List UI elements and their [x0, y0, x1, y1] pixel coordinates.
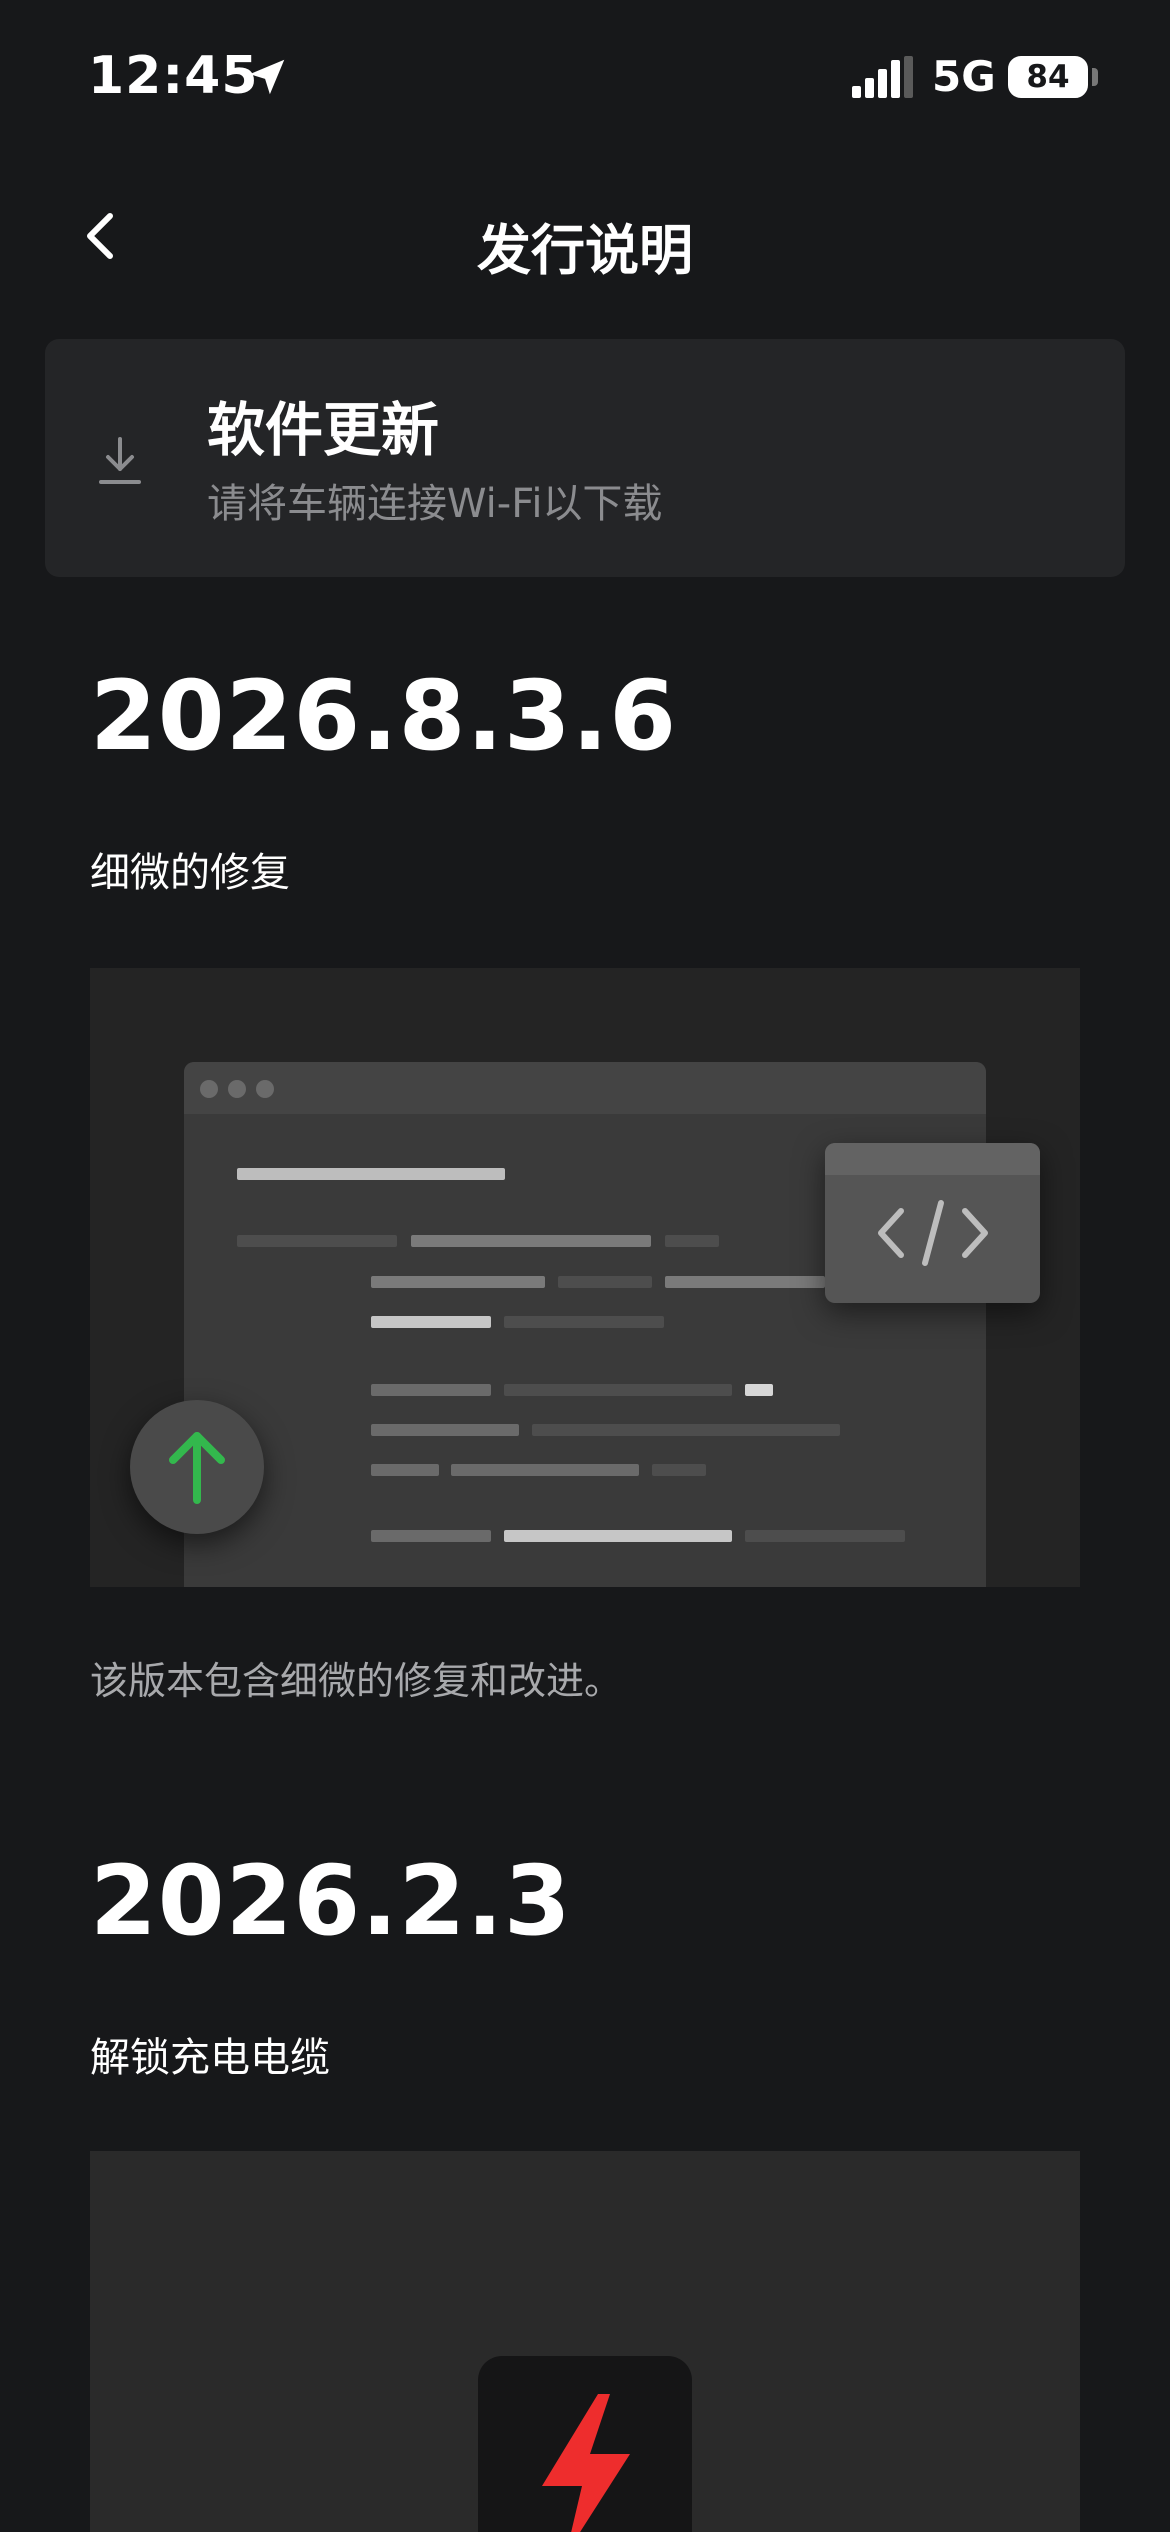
location-arrow-icon	[249, 59, 285, 95]
charging-illustration	[90, 2151, 1080, 2532]
code-line	[371, 1384, 491, 1396]
download-icon	[99, 437, 141, 484]
window-dot	[228, 1080, 246, 1098]
code-line	[558, 1276, 652, 1288]
code-line	[745, 1384, 773, 1396]
update-title: 软件更新	[207, 396, 440, 464]
status-time: 12:45	[88, 46, 259, 106]
network-label: 5G	[932, 52, 996, 101]
code-line	[504, 1530, 732, 1542]
battery-icon: 84	[1008, 56, 1088, 98]
window-dot	[256, 1080, 274, 1098]
charging-icon-box	[478, 2356, 692, 2532]
page-title: 发行说明	[477, 219, 693, 282]
battery-nub	[1092, 68, 1098, 86]
release-version: 2026.2.3	[90, 1845, 572, 1957]
code-line	[237, 1168, 505, 1180]
code-line	[451, 1464, 639, 1476]
release-title: 细微的修复	[90, 850, 290, 896]
battery-level: 84	[1026, 59, 1070, 95]
code-line	[371, 1316, 491, 1328]
lightning-bolt-icon	[542, 2394, 630, 2532]
illustration-window-bar	[184, 1062, 986, 1114]
arrow-up-icon	[169, 1432, 225, 1504]
code-line	[504, 1384, 732, 1396]
code-line	[652, 1464, 706, 1476]
window-dot	[200, 1080, 218, 1098]
code-line	[371, 1276, 545, 1288]
release-version: 2026.8.3.6	[90, 660, 677, 772]
code-line	[371, 1530, 491, 1542]
code-line	[411, 1235, 651, 1247]
code-line	[532, 1424, 840, 1436]
release-title: 解锁充电电缆	[90, 2035, 330, 2081]
code-line	[504, 1316, 664, 1328]
update-subtitle: 请将车辆连接Wi-Fi以下载	[207, 481, 663, 527]
upgrade-circle	[130, 1400, 264, 1534]
illustration-window	[184, 1062, 986, 1587]
code-icon	[878, 1200, 988, 1266]
code-window-illustration	[90, 968, 1080, 1587]
software-update-card[interactable]: 软件更新 请将车辆连接Wi-Fi以下载	[45, 339, 1125, 577]
code-line	[237, 1235, 397, 1247]
code-line	[745, 1530, 905, 1542]
status-bar: 12:45 5G 84	[0, 0, 1170, 150]
code-badge	[825, 1143, 1040, 1303]
code-line	[665, 1235, 719, 1247]
release-description: 该版本包含细微的修复和改进。	[90, 1659, 623, 1703]
code-line	[665, 1276, 825, 1288]
code-line	[371, 1464, 439, 1476]
signal-icon	[852, 56, 913, 98]
code-badge-bar	[825, 1143, 1040, 1175]
code-line	[371, 1424, 519, 1436]
